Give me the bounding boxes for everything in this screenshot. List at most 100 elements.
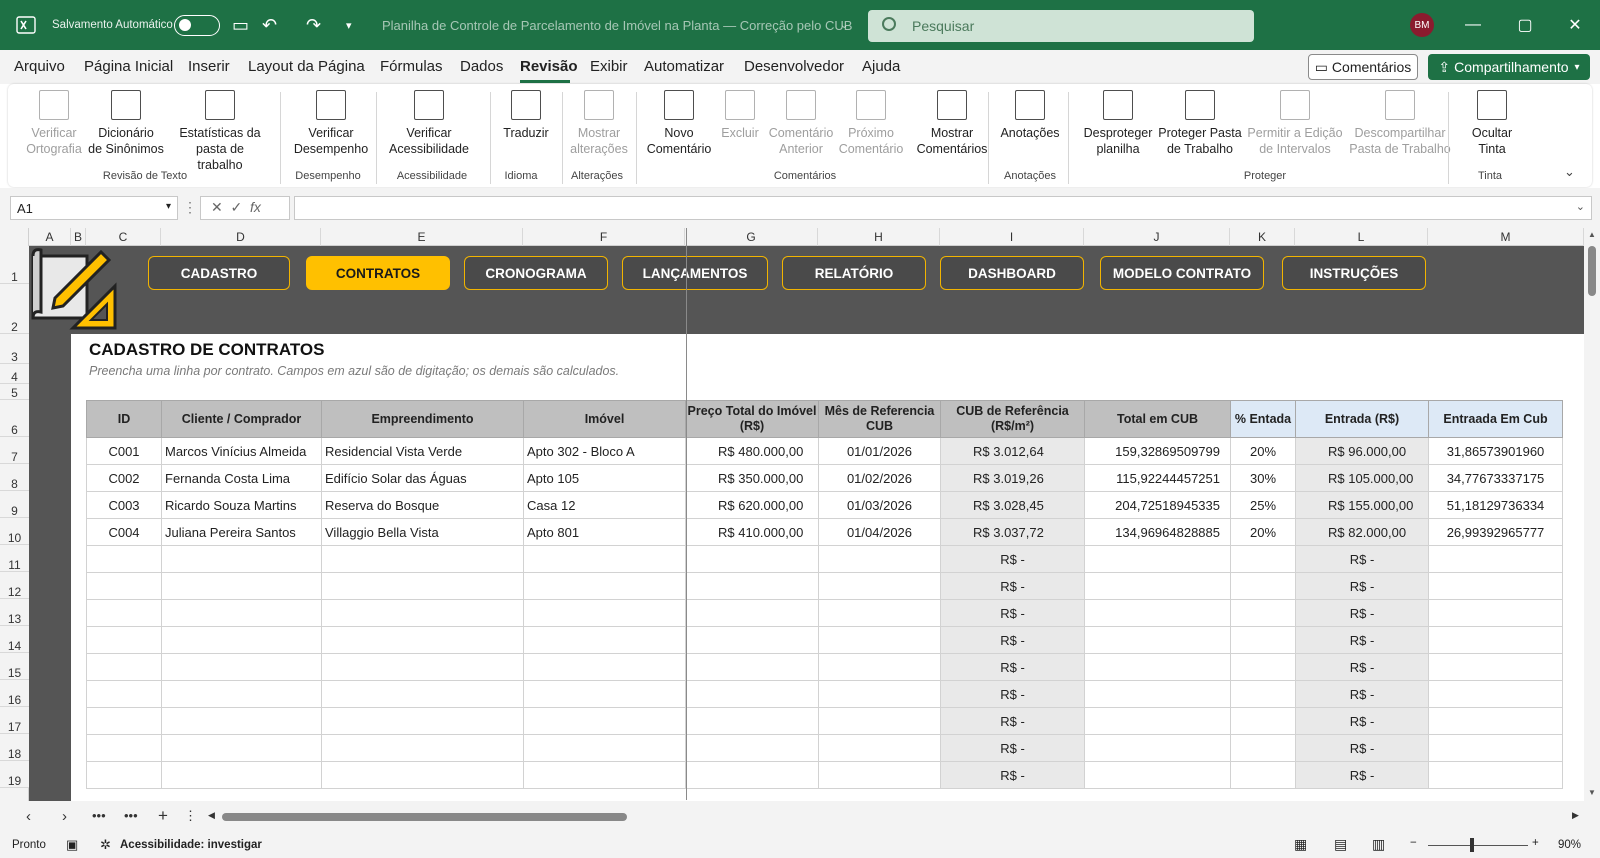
cell[interactable]: Marcos Vinícius Almeida (161, 437, 322, 465)
page-break-view-icon[interactable]: ▥ (1372, 836, 1385, 853)
nav-button-lancamentos[interactable]: LANÇAMENTOS (622, 256, 768, 290)
row-header-19[interactable]: 19 (0, 761, 29, 788)
menu-ajuda[interactable]: Ajuda (862, 58, 900, 75)
name-box-chevron-icon[interactable]: ▾ (166, 201, 171, 212)
cell[interactable] (818, 707, 941, 735)
cell[interactable]: C004 (86, 518, 162, 546)
cell[interactable]: R$ - (1295, 734, 1429, 762)
cell[interactable] (685, 545, 819, 573)
cell[interactable]: 01/02/2026 (818, 464, 941, 492)
cell[interactable]: Reserva do Bosque (321, 491, 524, 519)
formula-input[interactable]: ⌄ (294, 196, 1592, 220)
ribbon-button-novo-comentario[interactable]: Novo Comentário (644, 90, 714, 157)
cell[interactable] (685, 626, 819, 654)
horizontal-scroll-thumb[interactable] (222, 813, 627, 821)
cell[interactable] (1084, 572, 1231, 600)
cell[interactable] (523, 734, 686, 762)
cell[interactable] (321, 545, 524, 573)
cell[interactable]: R$ 3.037,72 (940, 518, 1085, 546)
cell[interactable] (1428, 653, 1563, 681)
cell[interactable]: Fernanda Costa Lima (161, 464, 322, 492)
save-icon[interactable]: ▭ (232, 0, 249, 50)
cell[interactable] (161, 707, 322, 735)
cell[interactable]: R$ - (1295, 545, 1429, 573)
cell[interactable] (1428, 734, 1563, 762)
cell[interactable]: 20% (1230, 437, 1296, 465)
scroll-left-icon[interactable]: ◀ (208, 810, 215, 821)
insert-function-icon[interactable]: fx (250, 199, 261, 215)
row-header-4[interactable]: 4 (0, 364, 29, 384)
cell[interactable] (523, 680, 686, 708)
row-header-1[interactable]: 1 (0, 246, 29, 284)
cell[interactable] (1428, 572, 1563, 600)
cell[interactable] (818, 734, 941, 762)
cell[interactable] (161, 653, 322, 681)
cell[interactable]: 51,18129736334 (1428, 491, 1563, 519)
cell[interactable] (1084, 680, 1231, 708)
cell[interactable]: R$ - (940, 626, 1085, 654)
column-header-m[interactable]: M (1428, 228, 1584, 246)
cell[interactable]: R$ - (940, 599, 1085, 627)
more-sheets-right-icon[interactable]: ••• (124, 808, 138, 823)
cell[interactable] (86, 707, 162, 735)
cell[interactable] (523, 626, 686, 654)
cell[interactable]: 20% (1230, 518, 1296, 546)
cancel-icon[interactable]: ✕ (211, 199, 223, 215)
cell[interactable] (1230, 680, 1296, 708)
ribbon-button-verificar-acessibilidade[interactable]: Verificar Acessibilidade (384, 90, 474, 157)
row-header-12[interactable]: 12 (0, 572, 29, 599)
ribbon-button-estatisticas-da-pasta-de-trabalho[interactable]: Estatísticas da pasta de trabalho (172, 90, 268, 173)
cell[interactable] (86, 734, 162, 762)
cell[interactable] (818, 572, 941, 600)
cell[interactable] (86, 545, 162, 573)
cell[interactable]: R$ 410.000,00 (685, 518, 819, 546)
menu-pagina-inicial[interactable]: Página Inicial (84, 58, 173, 75)
cell[interactable]: 30% (1230, 464, 1296, 492)
cell[interactable] (1428, 599, 1563, 627)
cell[interactable]: R$ - (940, 572, 1085, 600)
cell[interactable]: 01/04/2026 (818, 518, 941, 546)
cell[interactable]: 31,86573901960 (1428, 437, 1563, 465)
column-header-k[interactable]: K (1230, 228, 1295, 246)
cell[interactable] (1084, 626, 1231, 654)
minimize-icon[interactable]: — (1450, 0, 1496, 50)
nav-button-contratos[interactable]: CONTRATOS (306, 256, 450, 290)
cell[interactable]: Apto 105 (523, 464, 686, 492)
cell[interactable]: R$ - (940, 653, 1085, 681)
formula-expand-icon[interactable]: ⌄ (1576, 200, 1585, 213)
nav-button-modelo-contrato[interactable]: MODELO CONTRATO (1100, 256, 1264, 290)
cell[interactable]: 134,96964828885 (1084, 518, 1231, 546)
cell[interactable]: R$ 96.000,00 (1295, 437, 1429, 465)
cell[interactable]: C002 (86, 464, 162, 492)
zoom-out-icon[interactable]: − (1410, 837, 1417, 849)
cell[interactable] (321, 572, 524, 600)
cell[interactable]: R$ - (1295, 707, 1429, 735)
cell[interactable] (86, 599, 162, 627)
cell[interactable]: 115,92244457251 (1084, 464, 1231, 492)
cell[interactable]: R$ - (940, 734, 1085, 762)
column-header-f[interactable]: F (523, 228, 685, 246)
column-header-j[interactable]: J (1084, 228, 1230, 246)
cell[interactable]: R$ - (940, 545, 1085, 573)
cell[interactable]: R$ 480.000,00 (685, 437, 819, 465)
cell[interactable] (685, 572, 819, 600)
zoom-level[interactable]: 90% (1558, 839, 1581, 851)
cell[interactable]: Ricardo Souza Martins (161, 491, 322, 519)
row-header-7[interactable]: 7 (0, 437, 29, 464)
menu-layout-da-pagina[interactable]: Layout da Página (248, 58, 365, 75)
cell[interactable] (321, 653, 524, 681)
column-header-h[interactable]: H (818, 228, 940, 246)
menu-arquivo[interactable]: Arquivo (14, 58, 65, 75)
menu-revisao[interactable]: Revisão (520, 58, 578, 75)
cell[interactable]: Juliana Pereira Santos (161, 518, 322, 546)
cell[interactable] (818, 761, 941, 789)
cell[interactable]: R$ - (1295, 680, 1429, 708)
cell[interactable] (321, 734, 524, 762)
cell[interactable] (1230, 761, 1296, 789)
cell[interactable]: 34,77673337175 (1428, 464, 1563, 492)
sheet-options-icon[interactable]: ⋮ (184, 808, 197, 824)
add-sheet-icon[interactable]: + (158, 806, 168, 826)
ribbon-button-desproteger-planilha[interactable]: Desproteger planilha (1080, 90, 1156, 157)
cell[interactable] (1230, 734, 1296, 762)
comments-button[interactable]: ▭ Comentários (1308, 54, 1418, 80)
